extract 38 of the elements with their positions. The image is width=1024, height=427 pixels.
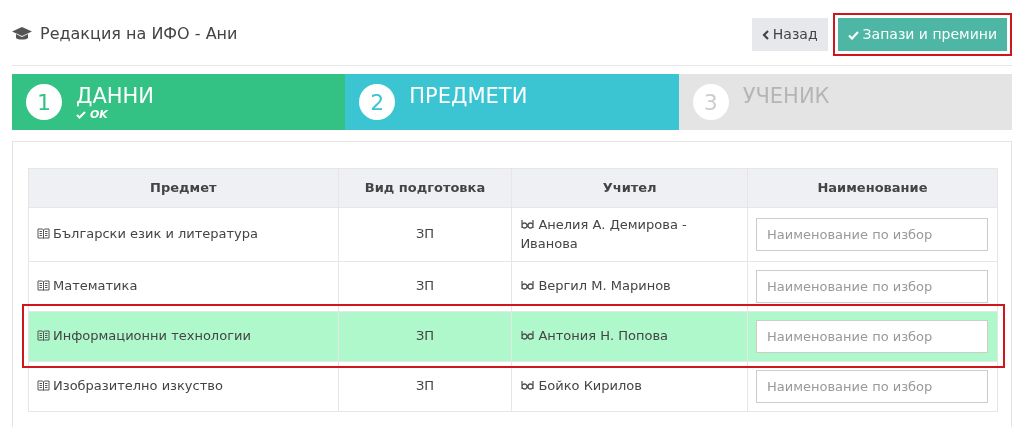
step-status: OK [90,107,108,123]
table-cell: ЗП [338,207,512,261]
table-cell: Бойко Кирилов [511,361,748,411]
book-icon [37,380,50,392]
table-cell: Информационни технологии [28,311,339,361]
check-icon [76,111,86,120]
book-icon [37,330,50,342]
check-icon [847,30,859,40]
column-header: Вид подготовка [338,168,512,207]
input-field[interactable]: Наименование по избор [756,217,988,251]
table-cell: Математика [28,261,339,311]
table-cell: Анелия А. Демирова - Иванова [511,207,748,261]
table-cell: Български език и литература [28,207,339,261]
step-number: 2 [359,84,396,120]
column-header: Предмет [28,168,339,207]
column-header: Учител [511,168,748,207]
page-title: Редакция на ИФО - Ани [40,23,238,45]
wizard-step[interactable]: 1 ДАННИ OK [12,74,346,130]
table-cell: Вергил М. Маринов [511,261,748,311]
step-label: ПРЕДМЕТИ [409,86,528,107]
back-button[interactable]: Назад [751,18,828,51]
step-label: ДАННИ [76,86,155,107]
save-button[interactable]: Запази и премини [837,18,1007,51]
book-icon [37,228,50,240]
table-cell: Антония Н. Попова [511,311,748,361]
input-field[interactable]: Наименование по избор [756,269,988,303]
column-header: Наименование [747,168,998,207]
input-field[interactable]: Наименование по избор [756,319,988,353]
chevron-left-icon [761,30,769,40]
input-field[interactable]: Наименование по избор [756,369,988,403]
wizard-step[interactable]: 2 ПРЕДМЕТИ [345,74,679,130]
table-cell: ЗП [338,361,512,411]
graduation-cap-icon [12,27,32,41]
table-cell: ЗП [338,261,512,311]
book-icon [37,280,50,292]
table-cell: ЗП [338,311,512,361]
step-number: 1 [26,84,62,120]
table-cell: Изобразително изкуство [28,361,339,411]
